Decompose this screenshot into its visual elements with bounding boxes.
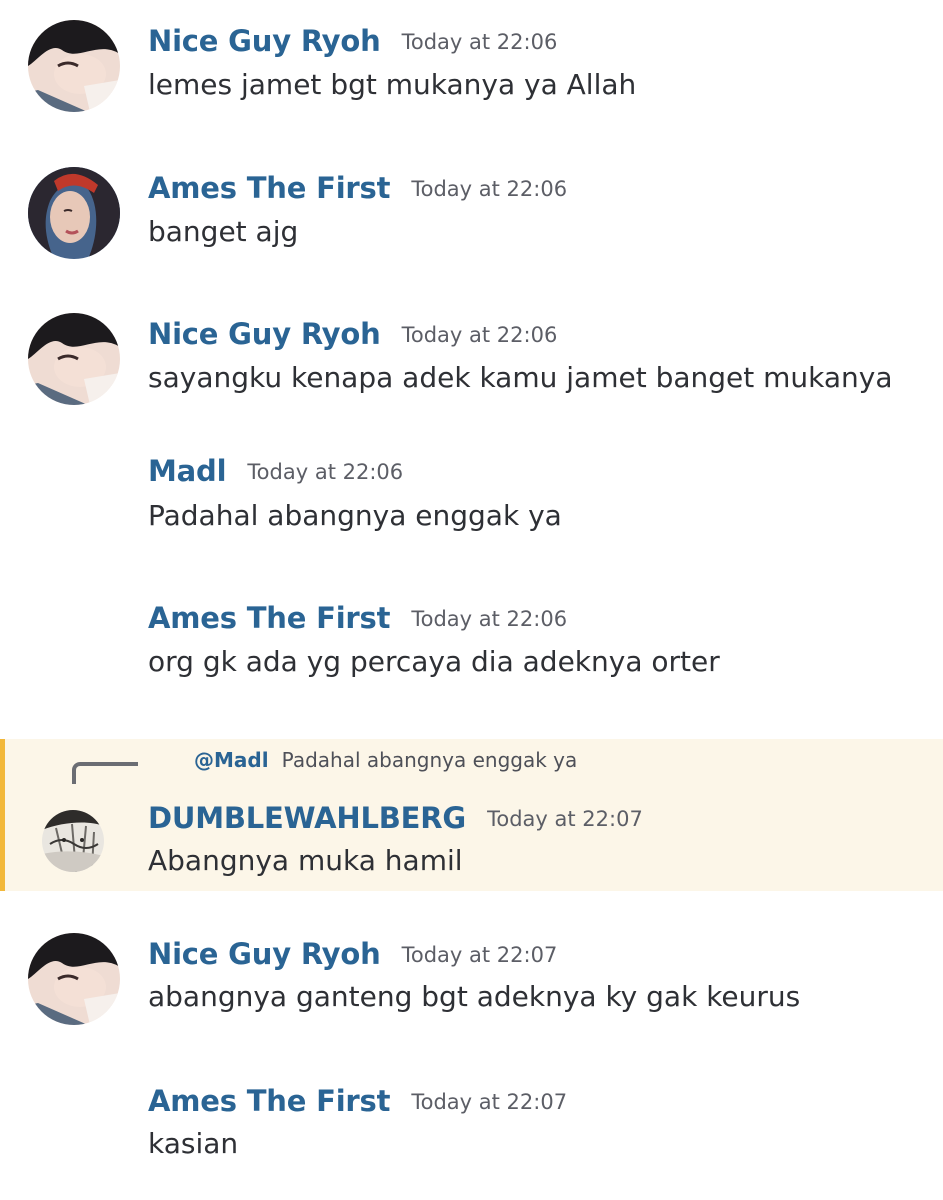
message-timestamp: Today at 22:07 xyxy=(411,1090,568,1114)
message-text: Padahal abangnya enggak ya xyxy=(148,499,562,532)
avatar-dumble-icon[interactable] xyxy=(42,810,104,872)
message-text: kasian xyxy=(148,1127,239,1160)
avatar-ryoh-icon[interactable] xyxy=(28,20,120,112)
message-timestamp: Today at 22:06 xyxy=(401,30,558,54)
message-author[interactable]: Nice Guy Ryoh xyxy=(148,317,381,351)
message-author[interactable]: Nice Guy Ryoh xyxy=(148,937,381,971)
message-text: Abangnya muka hamil xyxy=(148,844,463,877)
reply-text[interactable]: Padahal abangnya enggak ya xyxy=(282,748,578,772)
message-text: org gk ada yg percaya dia adeknya orter xyxy=(148,645,720,678)
message-author[interactable]: Nice Guy Ryoh xyxy=(148,24,381,58)
reply-connector xyxy=(72,762,138,784)
message-author[interactable]: DUMBLEWAHLBERG xyxy=(148,801,466,835)
message-text: abangnya ganteng bgt adeknya ky gak keur… xyxy=(148,980,801,1013)
message-timestamp: Today at 22:07 xyxy=(401,943,558,967)
reply-preview[interactable]: @Madl Padahal abangnya enggak ya xyxy=(194,748,577,772)
message-author[interactable]: Ames The First xyxy=(148,171,390,205)
message-author[interactable]: Ames The First xyxy=(148,1084,390,1118)
reply-mention[interactable]: @Madl xyxy=(194,748,269,772)
avatar-ames-icon[interactable] xyxy=(28,167,120,259)
message-author[interactable]: Madl xyxy=(148,454,227,488)
message-timestamp: Today at 22:06 xyxy=(401,323,558,347)
avatar-ryoh-icon[interactable] xyxy=(28,933,120,1025)
message-author[interactable]: Ames The First xyxy=(148,601,390,635)
chat-log: Nice Guy Ryoh Today at 22:06 lemes jamet… xyxy=(0,0,943,1200)
message-text: lemes jamet bgt mukanya ya Allah xyxy=(148,68,637,101)
message-timestamp: Today at 22:06 xyxy=(247,460,404,484)
avatar-ryoh-icon[interactable] xyxy=(28,313,120,405)
message-timestamp: Today at 22:07 xyxy=(487,807,643,831)
message-text: sayangku kenapa adek kamu jamet banget m… xyxy=(148,361,893,394)
message-timestamp: Today at 22:06 xyxy=(411,607,568,631)
message-text: banget ajg xyxy=(148,215,299,248)
message-timestamp: Today at 22:06 xyxy=(411,177,568,201)
